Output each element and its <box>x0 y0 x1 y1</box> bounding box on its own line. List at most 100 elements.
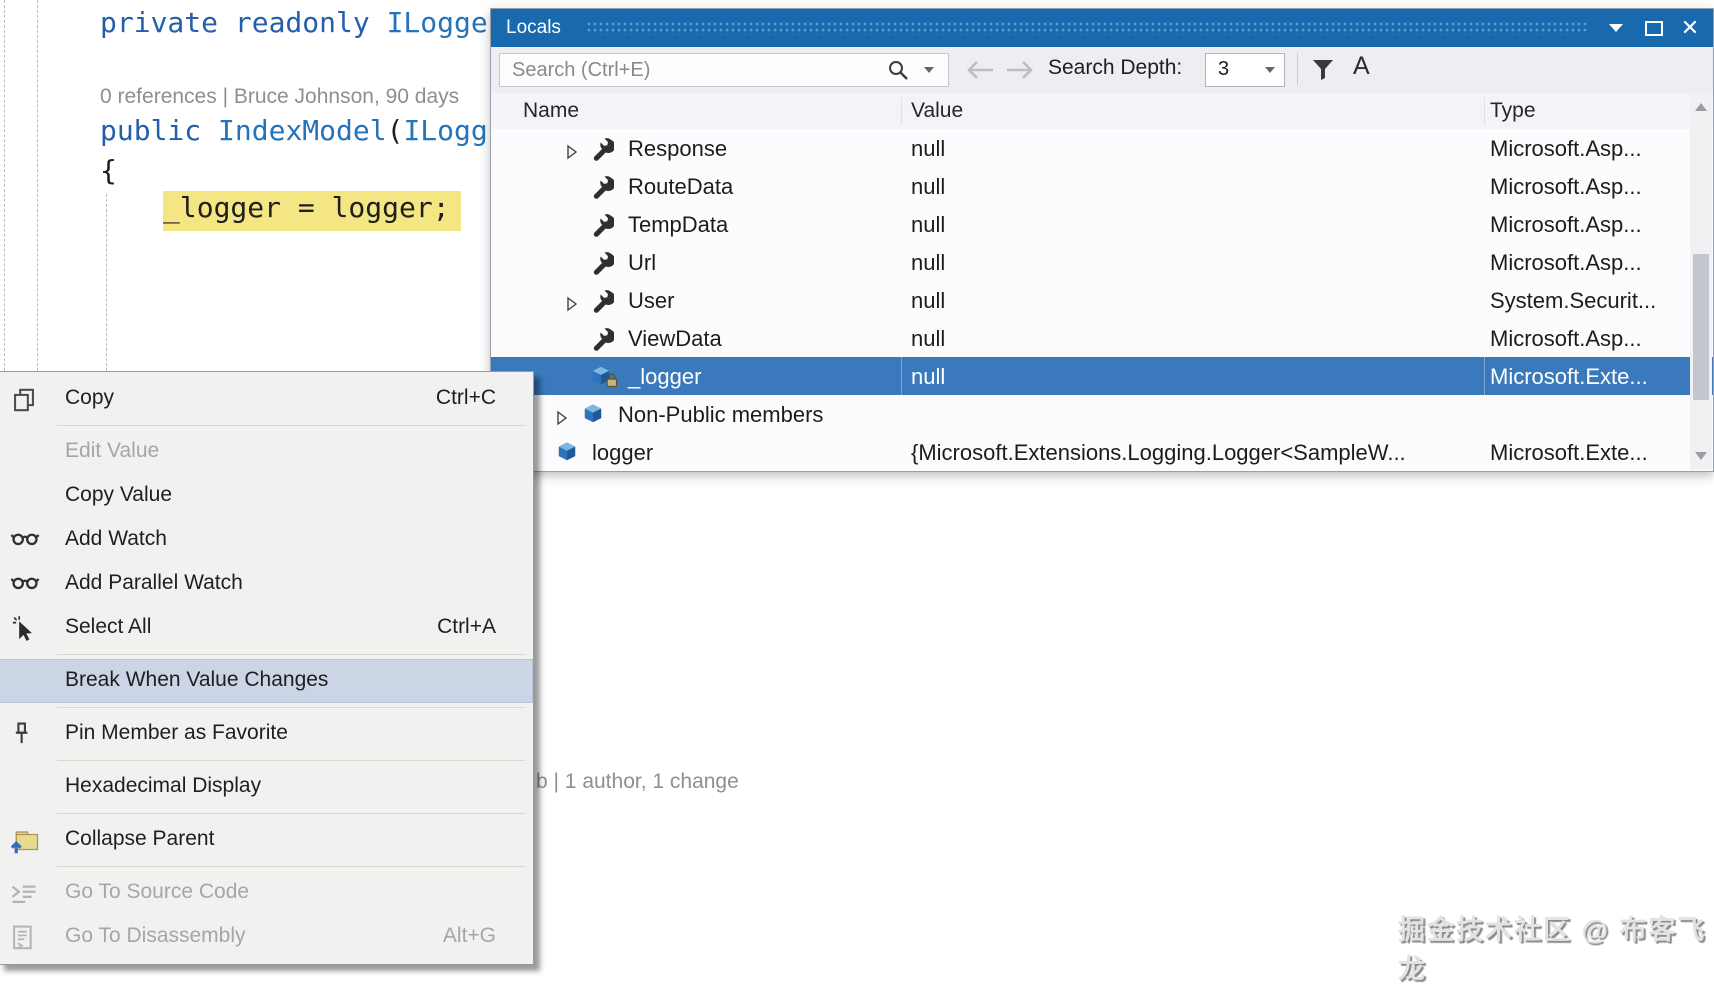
code-line-constructor: public IndexModel(ILogg <box>100 114 488 147</box>
variable-name: TempData <box>628 212 729 237</box>
locals-row-tempdata[interactable]: TempData null Microsoft.Asp... <box>491 205 1713 243</box>
expand-arrow-icon[interactable] <box>566 140 578 166</box>
code-method-name: IndexModel <box>218 114 387 147</box>
codelens-authors[interactable]: b | 1 author, 1 change <box>536 770 739 794</box>
expand-arrow-icon[interactable] <box>556 406 568 432</box>
menu-separator <box>57 707 525 708</box>
variable-value: null <box>911 288 946 313</box>
locals-row-routedata[interactable]: RouteData null Microsoft.Asp... <box>491 167 1713 205</box>
code-assignment-statement: _logger = logger; <box>163 191 450 224</box>
titlebar-drag-grip[interactable] <box>586 21 1588 35</box>
column-header-value[interactable]: Value <box>911 99 963 123</box>
variable-type: Microsoft.Asp... <box>1490 174 1642 199</box>
locals-row-_logger[interactable]: _logger null Microsoft.Exte... <box>491 357 1713 395</box>
code-keywords: private readonly <box>100 6 387 39</box>
locals-row-logger[interactable]: logger {Microsoft.Extensions.Logging.Logg… <box>491 433 1713 471</box>
variable-value: null <box>911 364 946 389</box>
maximize-icon <box>1645 20 1663 36</box>
property-wrench-icon <box>590 175 616 205</box>
locals-row-response[interactable]: Response null Microsoft.Asp... <box>491 129 1713 167</box>
variable-value: null <box>911 326 946 351</box>
menu-item-label: Copy <box>65 386 115 409</box>
menu-item-label: Go To Disassembly <box>65 924 246 947</box>
menu-item-label: Break When Value Changes <box>65 668 329 691</box>
variable-name: ViewData <box>628 326 722 351</box>
filter-button[interactable] <box>1311 58 1337 82</box>
variable-type: Microsoft.Asp... <box>1490 212 1642 237</box>
menu-item-label: Pin Member as Favorite <box>65 721 288 744</box>
locals-row-user[interactable]: User null System.Securit... <box>491 281 1713 319</box>
variable-type: Microsoft.Asp... <box>1490 250 1642 275</box>
menu-item-hexadecimal-display[interactable]: Hexadecimal Display <box>0 765 533 809</box>
forward-arrow-icon[interactable] <box>1003 59 1039 86</box>
variable-name: Response <box>628 136 728 161</box>
property-wrench-icon <box>590 289 616 319</box>
search-icon[interactable] <box>886 58 912 89</box>
search-input[interactable] <box>510 56 854 84</box>
close-button[interactable]: ✕ <box>1673 9 1707 47</box>
column-divider[interactable] <box>901 97 902 125</box>
menu-item-copy-value[interactable]: Copy Value <box>0 474 533 518</box>
menu-item-label: Collapse Parent <box>65 827 215 850</box>
menu-item-copy[interactable]: Copy Ctrl+C <box>0 377 533 421</box>
window-position-menu-button[interactable] <box>1599 9 1633 47</box>
menu-item-label: Add Parallel Watch <box>65 571 243 594</box>
menu-item-add-watch[interactable]: Add Watch <box>0 518 533 562</box>
locals-row-non-public-members[interactable]: Non-Public members <box>491 395 1713 433</box>
menu-item-label: Edit Value <box>65 439 160 462</box>
indent-guide <box>37 0 38 371</box>
vertical-scrollbar[interactable] <box>1690 93 1712 470</box>
expand-arrow-icon[interactable] <box>566 292 578 318</box>
scroll-down-icon[interactable] <box>1695 452 1707 460</box>
property-wrench-icon <box>590 327 616 357</box>
menu-separator <box>57 760 525 761</box>
menu-item-go-to-disassembly: Go To Disassembly Alt+G <box>0 915 533 959</box>
codelens-references[interactable]: 0 references | Bruce Johnson, 90 days <box>100 85 459 109</box>
search-box[interactable] <box>499 53 949 87</box>
menu-item-collapse-parent[interactable]: Collapse Parent <box>0 818 533 862</box>
current-statement-highlight: _logger = logger; <box>163 191 461 231</box>
scroll-up-icon[interactable] <box>1695 103 1707 111</box>
column-header-name[interactable]: Name <box>523 99 579 123</box>
scrollbar-thumb[interactable] <box>1693 254 1709 400</box>
indent-guide <box>106 194 107 371</box>
variable-type: Microsoft.Asp... <box>1490 326 1642 351</box>
chevron-down-icon <box>1265 67 1275 73</box>
close-icon: ✕ <box>1680 15 1700 40</box>
locals-row-url[interactable]: Url null Microsoft.Asp... <box>491 243 1713 281</box>
pin-icon <box>10 721 40 747</box>
goto-disasm-icon <box>10 924 40 950</box>
search-depth-label: Search Depth: <box>1048 56 1183 79</box>
menu-separator <box>57 866 525 867</box>
property-wrench-icon <box>590 213 616 243</box>
locals-row-viewdata[interactable]: ViewData null Microsoft.Asp... <box>491 319 1713 357</box>
variable-name: Url <box>628 250 657 275</box>
maximize-button[interactable] <box>1637 9 1671 47</box>
variable-value: null <box>911 174 946 199</box>
search-options-caret-icon[interactable] <box>924 67 934 73</box>
property-wrench-icon <box>590 137 616 167</box>
variable-type: Microsoft.Exte... <box>1490 440 1648 465</box>
back-arrow-icon[interactable] <box>961 59 997 86</box>
menu-item-select-all[interactable]: Select All Ctrl+A <box>0 606 533 650</box>
column-divider[interactable] <box>1484 97 1485 125</box>
menu-separator <box>57 654 525 655</box>
indent-guide <box>4 0 5 371</box>
variable-type: Microsoft.Asp... <box>1490 136 1642 161</box>
grid-header: Name Value Type <box>491 93 1713 130</box>
variable-name: _logger <box>628 364 702 389</box>
watermark-text: 掘金技术社区 @ 布客飞龙 <box>1398 915 1707 984</box>
menu-item-add-parallel-watch[interactable]: Add Parallel Watch <box>0 562 533 606</box>
menu-item-break-when-value-changes[interactable]: Break When Value Changes <box>0 659 533 703</box>
context-menu: Copy Ctrl+C Edit Value Copy Value Add Watch A… <box>0 371 534 965</box>
private-field-icon <box>590 365 620 395</box>
match-case-button[interactable]: A <box>1353 52 1370 81</box>
field-cube-icon <box>582 403 604 431</box>
toolbar-separator <box>1297 53 1298 85</box>
menu-item-pin-member-as-favorite[interactable]: Pin Member as Favorite <box>0 712 533 756</box>
column-header-type[interactable]: Type <box>1490 99 1536 123</box>
locals-titlebar[interactable]: Locals ✕ <box>491 9 1713 47</box>
code-type: ILogge <box>386 6 488 39</box>
menu-item-shortcut: Alt+G <box>442 924 496 947</box>
search-depth-dropdown[interactable]: 3 <box>1205 53 1285 87</box>
